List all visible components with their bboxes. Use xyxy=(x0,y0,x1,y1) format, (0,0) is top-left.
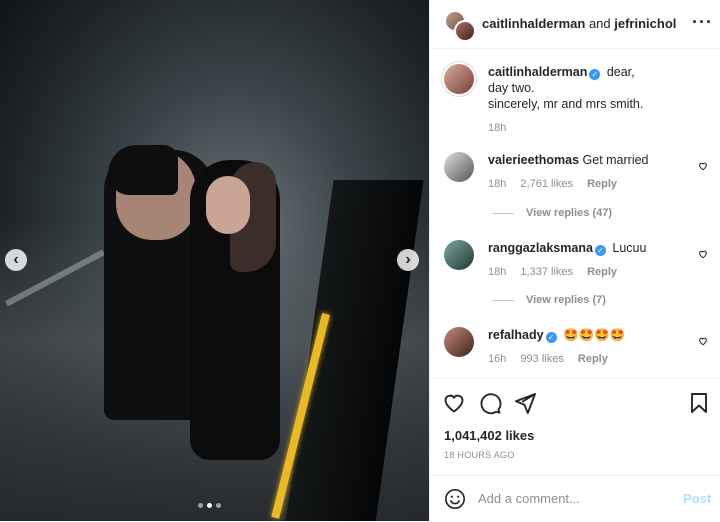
verified-badge-icon: ✓ xyxy=(545,332,557,343)
add-comment-input[interactable]: Add a comment... xyxy=(478,491,580,506)
comment-text: 🤩🤩🤩🤩 xyxy=(563,328,626,342)
heart-icon[interactable] xyxy=(442,391,466,415)
avatar[interactable] xyxy=(444,240,474,270)
post-actions-bar xyxy=(430,378,720,429)
view-replies-label: View replies (7) xyxy=(526,294,606,306)
comment-time[interactable]: 18h xyxy=(488,178,506,190)
post-comment-button[interactable]: Post xyxy=(683,491,711,506)
comment-likes[interactable]: 1,337 likes xyxy=(520,266,573,278)
heart-icon[interactable] xyxy=(698,161,708,171)
caption-username[interactable]: caitlinhalderman xyxy=(488,65,587,79)
avatar[interactable] xyxy=(444,152,474,182)
likes-count[interactable]: 1,041,402 likes xyxy=(444,428,534,443)
comment-text: Lucuu xyxy=(612,241,647,255)
carousel-dot xyxy=(216,503,221,508)
photo-woman-face xyxy=(206,176,250,234)
caption-line-3: sincerely, mr and mrs smith. xyxy=(488,97,644,111)
collab-usernames: caitlinhalderman and jefrinichol xyxy=(482,16,676,31)
caption-line-1: dear, xyxy=(606,65,635,79)
carousel-indicator xyxy=(198,503,221,508)
avatar[interactable] xyxy=(444,327,474,357)
comment-username[interactable]: ranggazlaksmana xyxy=(488,241,593,255)
comment-username[interactable]: valerieethomas xyxy=(488,153,579,167)
post-caption: caitlinhalderman ✓ dear, day two. sincere… xyxy=(444,64,698,136)
comment-likes[interactable]: 993 likes xyxy=(520,353,563,365)
photo-man-hair xyxy=(108,145,178,195)
comment-time[interactable]: 18h xyxy=(488,266,506,278)
post-header: caitlinhalderman and jefrinichol ··· xyxy=(430,0,720,49)
chevron-right-icon: › xyxy=(405,251,411,268)
heart-icon[interactable] xyxy=(698,249,708,259)
collab-avatars[interactable] xyxy=(444,10,476,42)
bookmark-icon[interactable] xyxy=(687,391,711,415)
post-timestamp[interactable]: 18 HOURS AGO xyxy=(444,450,515,460)
reply-button[interactable]: Reply xyxy=(587,178,617,190)
add-comment-bar: Add a comment... Post xyxy=(430,475,720,522)
carousel-prev-button[interactable]: ‹ xyxy=(5,249,27,271)
header-joiner: and xyxy=(588,16,611,31)
view-replies-label: View replies (47) xyxy=(526,207,613,219)
heart-icon[interactable] xyxy=(698,336,708,346)
divider xyxy=(492,212,514,214)
header-username-2[interactable]: jefrinichol xyxy=(614,16,676,31)
smile-icon[interactable] xyxy=(444,488,466,510)
verified-badge-icon: ✓ xyxy=(594,245,606,256)
avatar xyxy=(454,20,476,42)
reply-button[interactable]: Reply xyxy=(578,353,608,365)
comment-item: valerieethomas Get married 18h 2,761 lik… xyxy=(444,152,698,192)
comment-text: Get married xyxy=(582,153,649,167)
chevron-left-icon: ‹ xyxy=(13,251,19,268)
comment-username[interactable]: refalhady xyxy=(488,328,544,342)
comment-time[interactable]: 16h xyxy=(488,353,506,365)
verified-badge-icon: ✓ xyxy=(589,69,601,80)
avatar[interactable] xyxy=(444,64,474,94)
comment-item: refalhady ✓ 🤩🤩🤩🤩 16h 993 likes Reply xyxy=(444,327,698,367)
comment-item: ranggazlaksmana ✓ Lucuu 18h 1,337 likes R… xyxy=(444,240,698,280)
view-replies-button[interactable]: View replies (47) xyxy=(492,207,612,219)
carousel-next-button[interactable]: › xyxy=(397,249,419,271)
paper-plane-icon[interactable] xyxy=(513,391,537,415)
carousel-dot-active xyxy=(207,503,212,508)
post-photo[interactable]: ‹ › xyxy=(0,0,429,521)
more-options-icon[interactable]: ··· xyxy=(692,12,713,33)
caption-line-2: day two. xyxy=(488,81,535,95)
divider xyxy=(492,299,514,301)
instagram-post-modal: ‹ › caitlinhalderman and jefrinichol ··· xyxy=(0,0,720,521)
reply-button[interactable]: Reply xyxy=(587,266,617,278)
caption-time[interactable]: 18h xyxy=(488,122,506,134)
comment-likes[interactable]: 2,761 likes xyxy=(520,178,573,190)
comment-icon[interactable] xyxy=(478,391,502,415)
header-username-1[interactable]: caitlinhalderman xyxy=(482,16,585,31)
carousel-dot xyxy=(198,503,203,508)
view-replies-button[interactable]: View replies (7) xyxy=(492,294,606,306)
post-side-panel: caitlinhalderman and jefrinichol ··· cai… xyxy=(429,0,720,521)
